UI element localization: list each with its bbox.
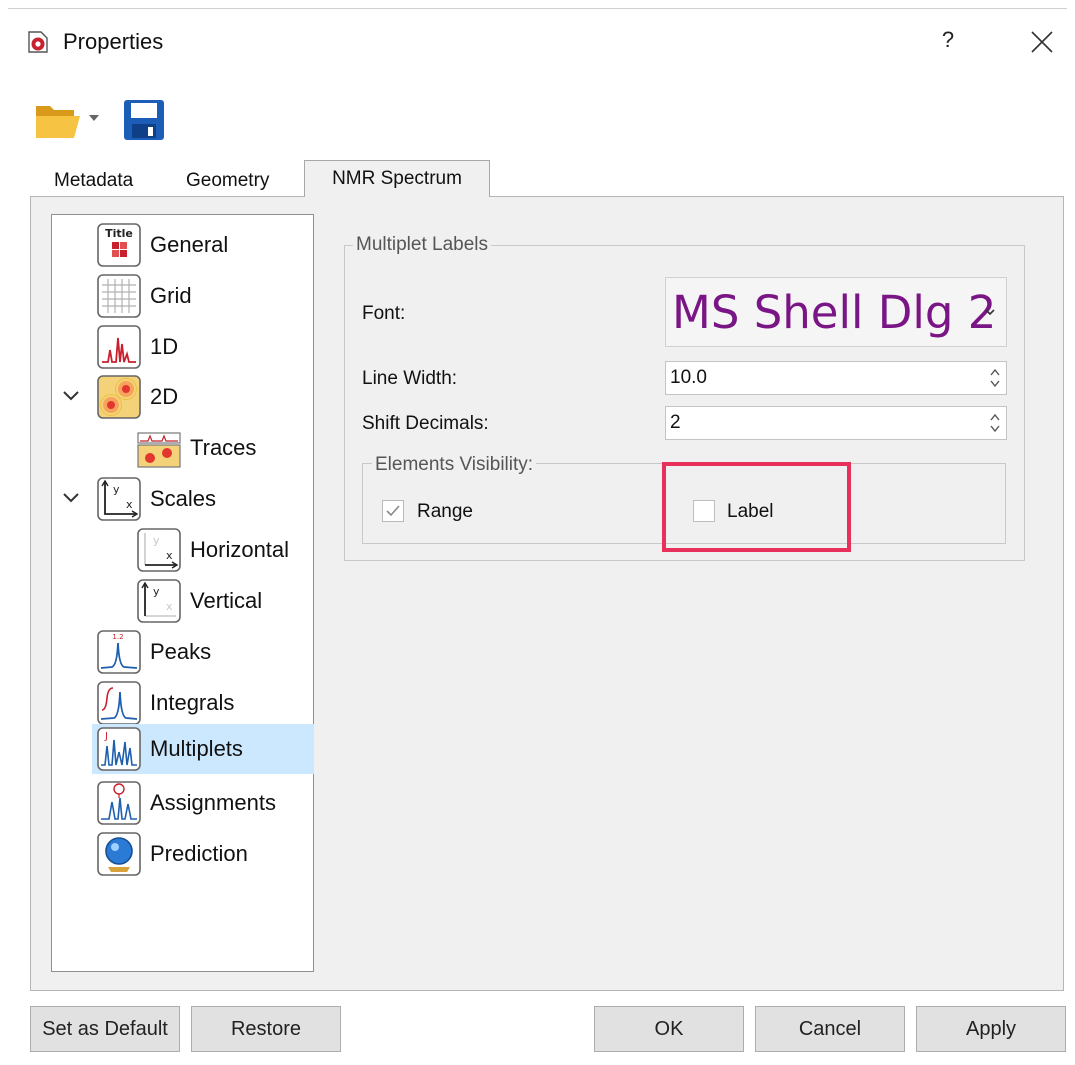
tree-item-label: Scales	[150, 486, 217, 511]
integrals-icon	[97, 681, 141, 725]
range-checkbox-label[interactable]: Range	[417, 501, 473, 523]
vertical-scale-icon: y x	[137, 579, 181, 623]
highlight-box	[662, 462, 851, 552]
line-width-spinbox[interactable]: 10.0	[665, 361, 1007, 395]
scales-icon: y x	[97, 477, 141, 521]
tree-item-label: Integrals	[150, 690, 235, 715]
multiplets-icon: J	[97, 727, 141, 771]
shift-decimals-value: 2	[670, 412, 681, 433]
help-button[interactable]: ?	[936, 26, 960, 54]
tree-item-horizontal[interactable]: x y Horizontal	[136, 526, 289, 574]
assignments-icon	[97, 781, 141, 825]
tree-item-traces[interactable]: Traces	[136, 424, 256, 472]
elements-visibility-title: Elements Visibility:	[372, 454, 537, 476]
tree-item-multiplets[interactable]: J Multiplets	[92, 724, 314, 774]
font-combo-value: MS Shell Dlg 2	[672, 286, 997, 339]
checkmark-icon	[386, 505, 400, 517]
grid-icon	[97, 274, 141, 318]
svg-text:Title: Title	[105, 227, 133, 240]
tree-item-label: General	[150, 232, 229, 257]
tree-item-label: Assignments	[150, 790, 276, 815]
tree-item-label: Peaks	[150, 639, 212, 664]
dropdown-arrow-icon[interactable]	[88, 114, 100, 122]
chevron-down-icon	[985, 309, 995, 316]
svg-text:J: J	[104, 731, 108, 742]
svg-text:y: y	[153, 534, 160, 547]
line-width-label: Line Width:	[362, 368, 458, 389]
tab-nmr-spectrum[interactable]: NMR Spectrum	[304, 160, 490, 197]
chevron-down-icon[interactable]	[62, 491, 80, 505]
tab-metadata[interactable]: Metadata	[54, 170, 133, 192]
chevron-down-icon[interactable]	[62, 389, 80, 403]
apply-button[interactable]: Apply	[916, 1006, 1066, 1052]
tree-item-scales[interactable]: y x Scales	[96, 475, 216, 523]
category-tree[interactable]: Title General Grid 1D 2D Traces y x Scal…	[51, 214, 314, 972]
tree-item-grid[interactable]: Grid	[96, 272, 192, 320]
font-combo[interactable]: MS Shell Dlg 2	[665, 277, 1007, 347]
svg-text:x: x	[166, 600, 173, 613]
font-label: Font:	[362, 303, 406, 324]
set-as-default-button[interactable]: Set as Default	[30, 1006, 180, 1052]
traces-icon	[137, 432, 181, 468]
tree-item-label: Vertical	[190, 588, 263, 613]
ok-button[interactable]: OK	[594, 1006, 744, 1052]
tree-item-vertical[interactable]: y x Vertical	[136, 577, 262, 625]
tree-item-assignments[interactable]: Assignments	[96, 779, 276, 827]
svg-text:y: y	[153, 585, 160, 598]
folder-open-icon[interactable]	[34, 100, 82, 142]
svg-text:1.2: 1.2	[112, 633, 123, 641]
tree-item-prediction[interactable]: Prediction	[96, 830, 248, 878]
svg-text:x: x	[166, 549, 173, 562]
peaks-icon: 1.2	[97, 630, 141, 674]
window-title: Properties	[63, 29, 164, 54]
shift-decimals-label: Shift Decimals:	[362, 413, 489, 434]
tree-item-general[interactable]: Title General	[96, 221, 228, 269]
tree-item-1d[interactable]: 1D	[96, 323, 178, 371]
tree-item-label: 1D	[150, 334, 179, 359]
close-icon[interactable]	[1026, 26, 1058, 58]
shift-decimals-spinbox[interactable]: 2	[665, 406, 1007, 440]
line-width-value: 10.0	[670, 367, 707, 388]
horizontal-scale-icon: x y	[137, 528, 181, 572]
tree-item-label: Multiplets	[150, 736, 243, 761]
spectrum-2d-icon	[97, 375, 141, 419]
tree-item-integrals[interactable]: Integrals	[96, 679, 234, 727]
tree-item-peaks[interactable]: 1.2 Peaks	[96, 628, 211, 676]
spin-arrows-icon[interactable]	[988, 366, 1002, 390]
svg-text:y: y	[113, 483, 120, 496]
tree-item-2d[interactable]: 2D	[96, 373, 178, 421]
svg-text:x: x	[126, 498, 133, 511]
tree-item-label: Traces	[190, 435, 257, 460]
restore-button[interactable]: Restore	[191, 1006, 341, 1052]
tab-geometry[interactable]: Geometry	[186, 170, 269, 192]
app-logo-icon	[28, 31, 48, 53]
tree-item-label: Grid	[150, 283, 192, 308]
spectrum-1d-icon	[97, 325, 141, 369]
multiplet-labels-title: Multiplet Labels	[353, 234, 492, 256]
title-general-icon: Title	[97, 223, 141, 267]
range-checkbox[interactable]	[382, 500, 404, 522]
tree-item-label: 2D	[150, 384, 179, 409]
save-icon[interactable]	[122, 98, 166, 142]
tree-item-label: Horizontal	[190, 537, 290, 562]
tree-item-label: Prediction	[150, 841, 248, 866]
cancel-button[interactable]: Cancel	[755, 1006, 905, 1052]
prediction-icon	[97, 832, 141, 876]
spin-arrows-icon[interactable]	[988, 411, 1002, 435]
